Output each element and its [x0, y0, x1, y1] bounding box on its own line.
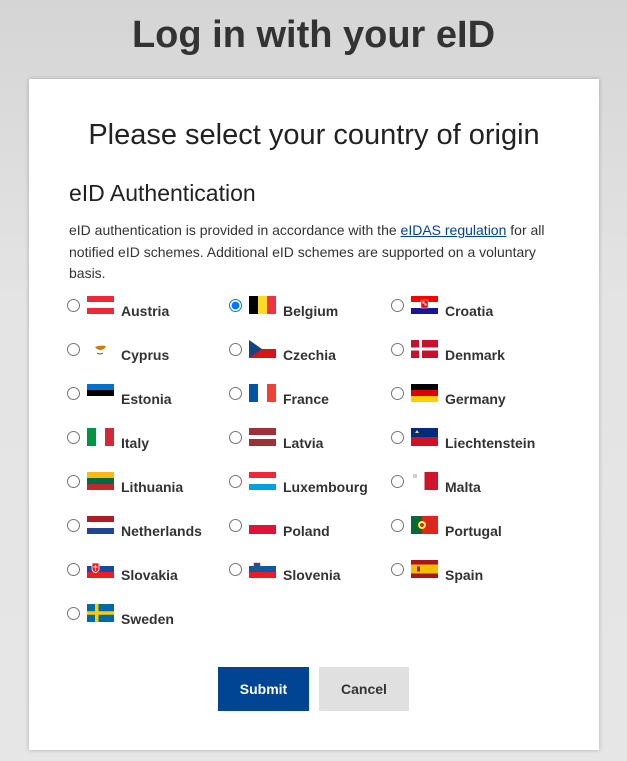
netherlands-flag-icon [87, 516, 114, 534]
spain-flag-icon [411, 560, 438, 578]
cancel-button[interactable]: Cancel [319, 667, 409, 711]
country-name: Portugal [445, 523, 502, 539]
country-option-malta[interactable]: Malta [391, 470, 551, 496]
slovakia-flag-icon [87, 560, 114, 578]
cyprus-flag-icon [87, 340, 114, 358]
country-option-croatia[interactable]: Croatia [391, 294, 551, 320]
country-name: Croatia [445, 303, 494, 319]
intro-text: eID authentication is provided in accord… [69, 220, 559, 285]
country-name: Spain [445, 567, 484, 583]
country-option-estonia[interactable]: Estonia [67, 382, 227, 408]
portugal-flag-icon [411, 516, 438, 534]
country-option-czechia[interactable]: Czechia [229, 338, 389, 364]
country-name: France [283, 391, 329, 407]
country-radio-estonia[interactable] [67, 386, 80, 400]
country-radio-latvia[interactable] [229, 430, 242, 444]
country-name: Estonia [121, 391, 172, 407]
slovenia-flag-icon [249, 560, 276, 578]
country-name: Sweden [121, 611, 174, 627]
country-radio-group: Austria Belgium Croatia Cyprus Czechia Denmar… [67, 294, 567, 634]
country-radio-austria[interactable] [67, 298, 80, 312]
country-radio-croatia[interactable] [391, 298, 404, 312]
country-option-netherlands[interactable]: Netherlands [67, 514, 227, 540]
country-name: Belgium [283, 303, 339, 319]
sweden-flag-icon [87, 604, 114, 622]
liechtenstein-flag-icon [411, 428, 438, 446]
country-option-austria[interactable]: Austria [67, 294, 227, 320]
country-name: Denmark [445, 347, 505, 363]
italy-flag-icon [87, 428, 114, 446]
country-name: Cyprus [121, 347, 170, 363]
country-radio-denmark[interactable] [391, 342, 404, 356]
page-title: Log in with your eID [131, 14, 496, 56]
luxembourg-flag-icon [249, 472, 276, 490]
country-radio-netherlands[interactable] [67, 518, 80, 532]
country-option-poland[interactable]: Poland [229, 514, 389, 540]
country-radio-slovenia[interactable] [229, 562, 242, 576]
country-option-cyprus[interactable]: Cyprus [67, 338, 227, 364]
country-option-belgium[interactable]: Belgium [229, 294, 389, 320]
country-name: Germany [445, 391, 506, 407]
country-radio-portugal[interactable] [391, 518, 404, 532]
country-option-sweden[interactable]: Sweden [67, 602, 227, 628]
country-option-slovenia[interactable]: Slovenia [229, 558, 389, 584]
france-flag-icon [249, 384, 276, 402]
country-radio-belgium[interactable] [229, 298, 242, 312]
country-radio-germany[interactable] [391, 386, 404, 400]
country-option-germany[interactable]: Germany [391, 382, 551, 408]
latvia-flag-icon [249, 428, 276, 446]
eidas-regulation-link[interactable]: eIDAS regulation [401, 222, 507, 238]
country-name: Czechia [283, 347, 336, 363]
croatia-flag-icon [411, 296, 438, 314]
country-option-france[interactable]: France [229, 382, 389, 408]
belgium-flag-icon [249, 296, 276, 314]
submit-button[interactable]: Submit [218, 667, 309, 711]
denmark-flag-icon [411, 340, 438, 358]
country-name: Malta [445, 479, 481, 495]
country-radio-liechtenstein[interactable] [391, 430, 404, 444]
country-name: Slovenia [283, 567, 341, 583]
country-name: Italy [121, 435, 150, 451]
country-name: Liechtenstein [445, 435, 536, 451]
country-option-lithuania[interactable]: Lithuania [67, 470, 227, 496]
country-selection-card: Please select your country of origin eID… [29, 79, 599, 750]
country-radio-sweden[interactable] [67, 606, 80, 620]
country-radio-france[interactable] [229, 386, 242, 400]
country-option-spain[interactable]: Spain [391, 558, 551, 584]
country-radio-luxembourg[interactable] [229, 474, 242, 488]
country-option-luxembourg[interactable]: Luxembourg [229, 470, 389, 496]
country-radio-malta[interactable] [391, 474, 404, 488]
country-radio-italy[interactable] [67, 430, 80, 444]
poland-flag-icon [249, 516, 276, 534]
lithuania-flag-icon [87, 472, 114, 490]
country-name: Netherlands [121, 523, 202, 539]
country-radio-slovakia[interactable] [67, 562, 80, 576]
country-option-portugal[interactable]: Portugal [391, 514, 551, 540]
country-name: Luxembourg [283, 479, 368, 495]
country-radio-czechia[interactable] [229, 342, 242, 356]
country-name: Austria [121, 303, 170, 319]
section-title: eID Authentication [69, 180, 256, 206]
germany-flag-icon [411, 384, 438, 402]
malta-flag-icon [411, 472, 438, 490]
country-radio-cyprus[interactable] [67, 342, 80, 356]
country-radio-lithuania[interactable] [67, 474, 80, 488]
country-radio-spain[interactable] [391, 562, 404, 576]
austria-flag-icon [87, 296, 114, 314]
country-radio-poland[interactable] [229, 518, 242, 532]
country-option-denmark[interactable]: Denmark [391, 338, 551, 364]
country-option-italy[interactable]: Italy [67, 426, 227, 452]
country-option-slovakia[interactable]: Slovakia [67, 558, 227, 584]
country-name: Lithuania [121, 479, 184, 495]
intro-text-start: eID authentication is provided in accord… [69, 222, 401, 238]
country-option-latvia[interactable]: Latvia [229, 426, 389, 452]
country-name: Poland [283, 523, 330, 539]
czechia-flag-icon [249, 340, 276, 358]
country-name: Slovakia [121, 567, 178, 583]
card-heading: Please select your country of origin [88, 119, 540, 151]
country-name: Latvia [283, 435, 324, 451]
estonia-flag-icon [87, 384, 114, 402]
country-option-liechtenstein[interactable]: Liechtenstein [391, 426, 551, 452]
